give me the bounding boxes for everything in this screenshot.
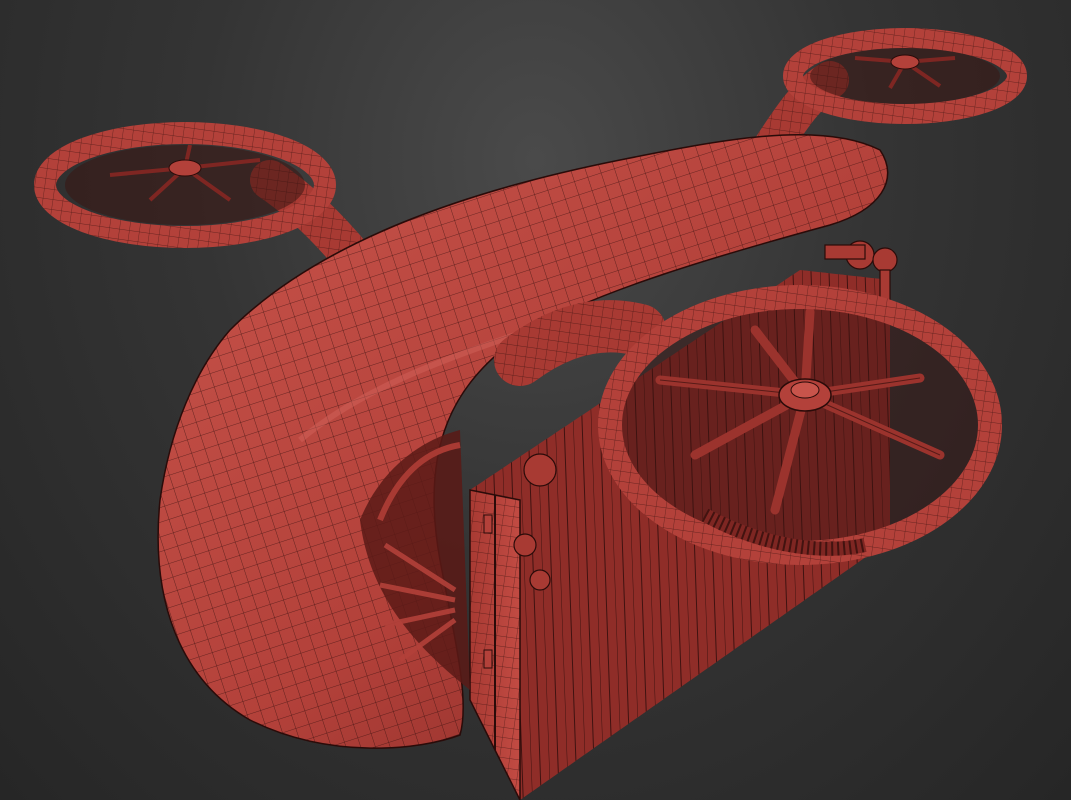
viewport[interactable] [0, 0, 1071, 800]
front-right-rotor [598, 285, 1002, 565]
rear-left-rotor [34, 122, 375, 280]
rear-right-rotor [751, 28, 1027, 169]
model-render [34, 28, 1027, 800]
